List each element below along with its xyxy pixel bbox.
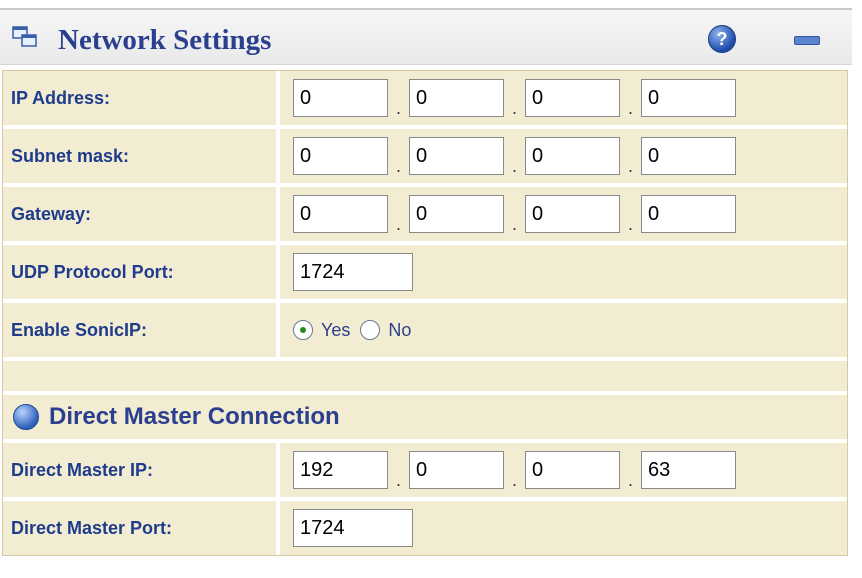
ip-address-octet-2[interactable]	[409, 79, 504, 117]
direct-master-ip-octet-3[interactable]	[525, 451, 620, 489]
gateway-octet-2[interactable]	[409, 195, 504, 233]
gateway-octet-3[interactable]	[525, 195, 620, 233]
section-title: Direct Master Connection	[49, 403, 340, 430]
octet-separator: .	[395, 156, 401, 176]
direct-master-ip-value: . . .	[280, 443, 847, 497]
settings-table: IP Address: . . . Subnet mask: . . . Gat…	[2, 70, 848, 556]
udp-port-row: UDP Protocol Port:	[3, 245, 847, 299]
subnet-mask-row: Subnet mask: . . .	[3, 129, 847, 183]
sonic-ip-no-label: No	[388, 319, 412, 340]
gateway-octet-4[interactable]	[641, 195, 736, 233]
octet-separator: .	[395, 470, 401, 490]
octet-separator: .	[511, 156, 517, 176]
ip-address-octet-1[interactable]	[293, 79, 388, 117]
subnet-mask-label: Subnet mask:	[3, 129, 276, 183]
octet-separator: .	[511, 470, 517, 490]
direct-master-port-label: Direct Master Port:	[3, 501, 276, 555]
octet-separator: .	[395, 214, 401, 234]
octet-separator: .	[395, 98, 401, 118]
globe-icon	[13, 404, 39, 430]
sonic-ip-no-radio[interactable]	[360, 320, 381, 340]
direct-master-port-value	[280, 501, 847, 555]
panel-title: Network Settings	[58, 24, 272, 56]
direct-master-ip-octet-1[interactable]	[293, 451, 388, 489]
subnet-mask-octet-1[interactable]	[293, 137, 388, 175]
gateway-row: Gateway: . . .	[3, 187, 847, 241]
ip-address-value: . . .	[280, 71, 847, 125]
direct-master-ip-octet-2[interactable]	[409, 451, 504, 489]
udp-port-input[interactable]	[293, 253, 413, 291]
subnet-mask-octet-3[interactable]	[525, 137, 620, 175]
ip-address-octet-4[interactable]	[641, 79, 736, 117]
ip-address-octet-3[interactable]	[525, 79, 620, 117]
udp-port-label: UDP Protocol Port:	[3, 245, 276, 299]
udp-port-value	[280, 245, 847, 299]
subnet-mask-octet-2[interactable]	[409, 137, 504, 175]
help-icon[interactable]: ?	[708, 25, 736, 53]
direct-master-port-row: Direct Master Port:	[3, 501, 847, 555]
octet-separator: .	[511, 214, 517, 234]
direct-master-ip-row: Direct Master IP: . . .	[3, 443, 847, 497]
spacer-row	[3, 361, 847, 391]
octet-separator: .	[627, 156, 633, 176]
sonic-ip-label: Enable SonicIP:	[3, 303, 276, 357]
network-window-icon	[12, 26, 37, 47]
ip-address-row: IP Address: . . .	[3, 71, 847, 125]
sonic-ip-row: Enable SonicIP: Yes No	[3, 303, 847, 357]
direct-master-ip-octet-4[interactable]	[641, 451, 736, 489]
sonic-ip-yes-label: Yes	[321, 319, 351, 340]
minimize-button[interactable]	[794, 36, 820, 45]
subnet-mask-value: . . .	[280, 129, 847, 183]
subnet-mask-octet-4[interactable]	[641, 137, 736, 175]
direct-master-section-header: Direct Master Connection	[3, 395, 847, 439]
gateway-octet-1[interactable]	[293, 195, 388, 233]
octet-separator: .	[627, 98, 633, 118]
direct-master-port-input[interactable]	[293, 509, 413, 547]
panel-header: Network Settings ?	[0, 10, 852, 65]
sonic-ip-yes-radio[interactable]	[293, 320, 313, 340]
octet-separator: .	[627, 214, 633, 234]
ip-address-label: IP Address:	[3, 71, 276, 125]
direct-master-ip-label: Direct Master IP:	[3, 443, 276, 497]
gateway-value: . . .	[280, 187, 847, 241]
gateway-label: Gateway:	[3, 187, 276, 241]
sonic-ip-value: Yes No	[280, 303, 847, 357]
octet-separator: .	[627, 470, 633, 490]
octet-separator: .	[511, 98, 517, 118]
